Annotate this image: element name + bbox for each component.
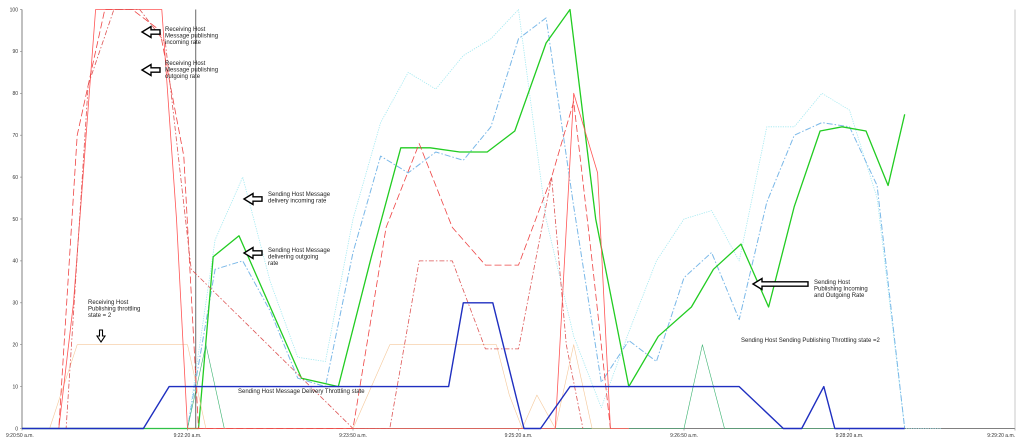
annotation-line: Receiving Host [165,61,206,67]
annotation-arrow-icon [242,192,263,206]
annotation-line: outgoing rate [165,74,201,80]
chart-annotations: Receiving Host Message publishing incoming… [88,25,880,395]
annotation-line: Receiving Host [88,300,129,306]
annotation-arrow-icon [242,246,263,260]
annotation-4: Sending Host Message delivering outgoing r… [242,246,331,267]
annotation-text: Sending Host Publishing Incoming and Outgo… [814,280,868,299]
annotation-text: Sending Host Sending Publishing Throttli… [741,338,880,344]
throughput-line-chart: 0 10 20 30 40 50 60 70 80 90 100 9:20:50 a.m. 9:22:2… [6,7,1016,439]
annotation-text: Receiving Host Publishing throttling state… [88,300,140,319]
annotation-text: Receiving Host Message publishing incoming… [165,27,218,46]
x-tick-label: 9:26:50 a.m. [670,433,698,439]
annotation-text: Sending Host Message delivery incoming ra… [268,192,331,205]
y-tick-label: 10 [12,384,18,390]
x-tick-label: 9:20:50 a.m. [6,433,34,439]
y-tick-label: 30 [12,301,18,307]
annotation-arrow-icon [140,63,161,77]
annotation-arrow-icon [140,25,161,39]
annotation-1: Receiving Host Message publishing incoming… [140,25,218,46]
annotation-6: Sending Host Message Delivery Throttling… [238,389,365,395]
series-line-6 [22,9,629,429]
x-tick-label: 9:25:20 a.m. [505,433,533,439]
annotation-line: delivery incoming rate [268,199,327,205]
annotation-line: incoming rate [165,40,202,46]
annotation-line: state = 2 [88,313,112,319]
y-tick-label: 0 [15,426,18,432]
annotation-line: Publishing throttling [88,307,140,313]
annotation-arrow-icon [751,277,809,291]
annotation-line: delivering outgoing [268,255,318,261]
annotation-2: Receiving Host Message publishing outgoing… [140,61,218,80]
series-line-4 [22,344,905,429]
annotation-7: Sending Host Publishing Incoming and Outgo… [751,277,868,299]
annotation-line: and Outgoing Rate [814,293,865,299]
series-line-9 [22,302,905,430]
y-tick-label: 100 [10,7,19,13]
annotation-3: Sending Host Message delivery incoming ra… [242,192,331,206]
annotation-text: Sending Host Message delivering outgoing r… [268,248,331,267]
y-tick-label: 50 [12,217,18,223]
y-tick-label: 60 [12,175,18,181]
series-line-2 [22,17,906,429]
x-tick-label: 9:28:20 a.m. [836,433,864,439]
annotation-line: Receiving Host [165,27,206,33]
y-tick-label: 80 [12,91,18,97]
annotation-text: Receiving Host Message publishing outgoing… [165,61,218,80]
annotation-line: Sending Host Sending Publishing Throttli… [741,338,880,344]
y-tick-label: 20 [12,343,18,349]
annotation-line: Publishing Incoming [814,287,868,293]
x-tick-label: 9:29:20 a.m. [987,433,1015,439]
y-tick-label: 70 [12,133,18,139]
annotation-line: Sending Host Message Delivery Throttling… [238,389,365,395]
x-tick-label: 9:22:20 a.m. [174,433,202,439]
y-tick-label: 90 [12,49,18,55]
series-line-7 [22,9,611,429]
annotation-8: Sending Host Sending Publishing Throttli… [741,338,880,344]
annotation-line: Message publishing [165,34,218,40]
annotation-line: Sending Host [814,280,850,286]
x-tick-label: 9:23:50 a.m. [339,433,367,439]
annotation-line: Message publishing [165,68,218,74]
annotation-text: Sending Host Message Delivery Throttling… [238,389,365,395]
annotation-line: rate [268,261,279,267]
annotation-line: Sending Host Message [268,248,331,254]
y-tick-label: 40 [12,259,18,265]
annotation-line: Sending Host Message [268,192,331,198]
series-line-8 [22,9,584,429]
annotation-arrow-icon [95,329,107,343]
annotation-5: Receiving Host Publishing throttling state… [88,300,140,343]
